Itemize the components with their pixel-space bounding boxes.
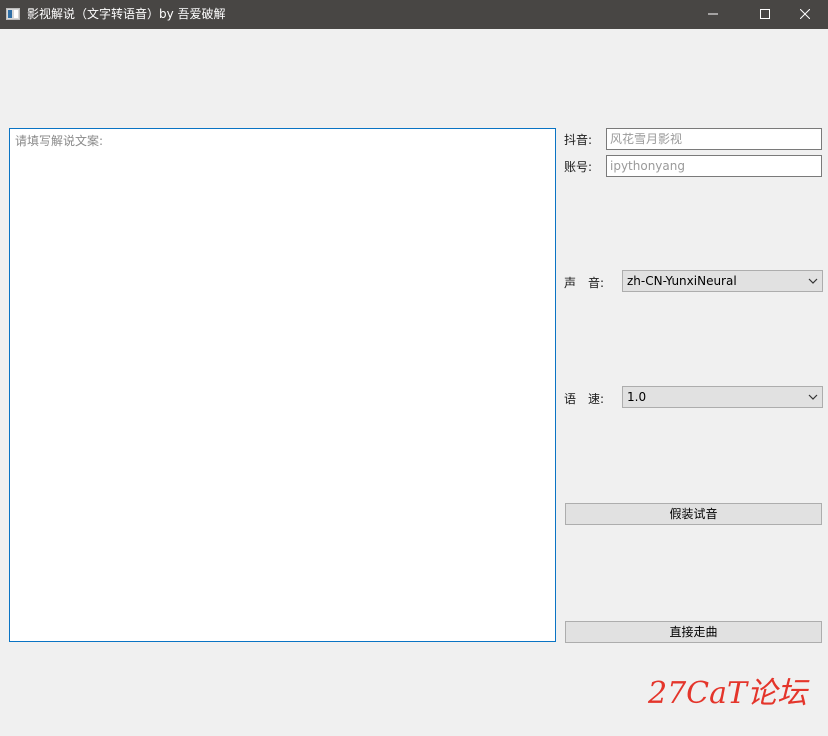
- script-textarea[interactable]: [10, 129, 555, 641]
- voice-select[interactable]: zh-CN-YunxiNeural: [622, 270, 823, 292]
- watermark-logo: 27CaT论坛: [648, 676, 808, 711]
- chevron-down-icon: [808, 278, 818, 284]
- speed-select[interactable]: 1.0: [622, 386, 823, 408]
- voice-select-value: zh-CN-YunxiNeural: [627, 274, 737, 288]
- account-label: 账号:: [564, 160, 593, 174]
- minimize-button[interactable]: [690, 0, 736, 29]
- app-icon: [6, 8, 20, 20]
- close-button[interactable]: [782, 0, 828, 29]
- window-title: 影视解说（文字转语音）by 吾爱破解: [27, 7, 226, 21]
- douyin-input[interactable]: [606, 128, 822, 150]
- title-bar: 影视解说（文字转语音）by 吾爱破解: [0, 0, 828, 29]
- run-button[interactable]: 直接走曲: [565, 621, 822, 643]
- script-editor-frame: [9, 128, 556, 642]
- maximize-icon: [760, 9, 770, 19]
- douyin-label: 抖音:: [564, 133, 593, 147]
- close-icon: [800, 9, 810, 19]
- preview-voice-button[interactable]: 假装试音: [565, 503, 822, 525]
- speed-select-value: 1.0: [627, 390, 647, 404]
- minimize-icon: [708, 13, 718, 15]
- account-input[interactable]: [606, 155, 822, 177]
- speed-label: 语 速:: [564, 392, 605, 406]
- chevron-down-icon: [808, 394, 818, 400]
- voice-label: 声 音:: [564, 276, 605, 290]
